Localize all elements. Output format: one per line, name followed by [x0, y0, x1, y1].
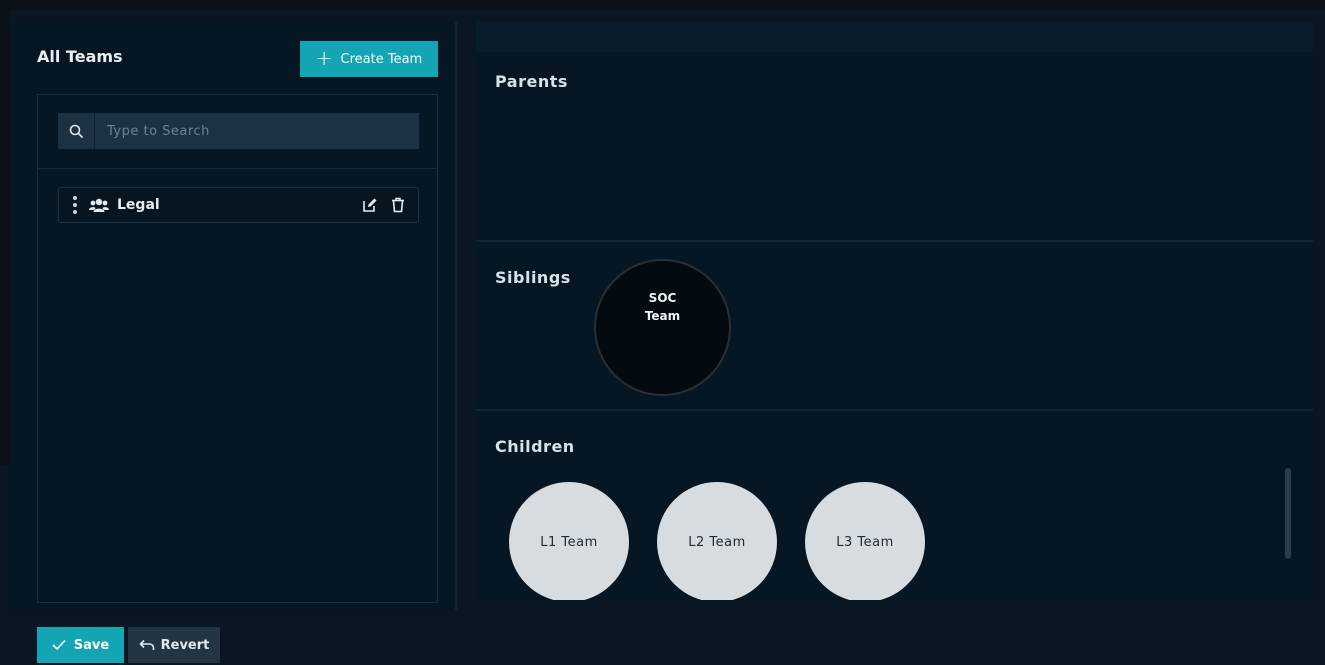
child-node-l1-team[interactable]: L1 Team — [509, 482, 629, 600]
children-scrollbar[interactable] — [1285, 468, 1291, 559]
child-label: L2 Team — [688, 534, 746, 550]
list-divider — [38, 168, 437, 169]
revert-button[interactable]: Revert — [128, 627, 220, 663]
children-title: Children — [495, 437, 575, 456]
save-button[interactable]: Save — [37, 627, 124, 663]
team-list-item[interactable]: Legal — [58, 187, 419, 223]
edit-icon[interactable] — [362, 197, 378, 213]
siblings-title: Siblings — [495, 268, 571, 287]
child-label: L3 Team — [836, 534, 894, 550]
teams-panel: All Teams + Create Team Type to Search L… — [10, 22, 457, 610]
trash-icon[interactable] — [390, 197, 406, 213]
team-name: Legal — [117, 197, 160, 213]
panel-title: All Teams — [37, 47, 123, 66]
search-bar — [58, 113, 419, 149]
check-icon — [52, 639, 66, 651]
create-team-label: Create Team — [340, 51, 423, 67]
revert-label: Revert — [160, 637, 210, 653]
row-actions — [362, 197, 406, 213]
parents-title: Parents — [495, 72, 568, 91]
drag-handle-icon[interactable] — [71, 196, 79, 214]
right-panel-header — [476, 22, 1313, 52]
undo-arrow-icon — [138, 639, 154, 650]
team-hierarchy-panel: Parents Siblings SOC Team Children L1 Te… — [476, 52, 1313, 600]
search-input[interactable] — [95, 113, 419, 149]
sibling-label-line1: SOC — [648, 291, 677, 305]
top-bar — [0, 0, 1325, 10]
child-node-l2-team[interactable]: L2 Team — [657, 482, 777, 600]
siblings-section: Siblings SOC Team — [476, 242, 1313, 411]
search-icon — [58, 113, 95, 149]
users-icon — [89, 198, 109, 212]
sibling-node-soc-team[interactable]: SOC Team — [594, 259, 731, 396]
plus-icon: + — [315, 46, 333, 70]
child-label: L1 Team — [540, 534, 598, 550]
sibling-label-line2: Team — [644, 309, 681, 323]
save-label: Save — [73, 637, 110, 653]
children-section: Children L1 Team L2 Team L3 Team — [476, 411, 1313, 600]
child-node-l3-team[interactable]: L3 Team — [805, 482, 925, 600]
footer-bar: Save Revert — [0, 612, 1325, 665]
left-edge — [0, 10, 10, 465]
create-team-button[interactable]: + Create Team — [300, 41, 438, 77]
team-list-container: Legal — [37, 94, 438, 603]
parents-section: Parents — [476, 52, 1313, 242]
